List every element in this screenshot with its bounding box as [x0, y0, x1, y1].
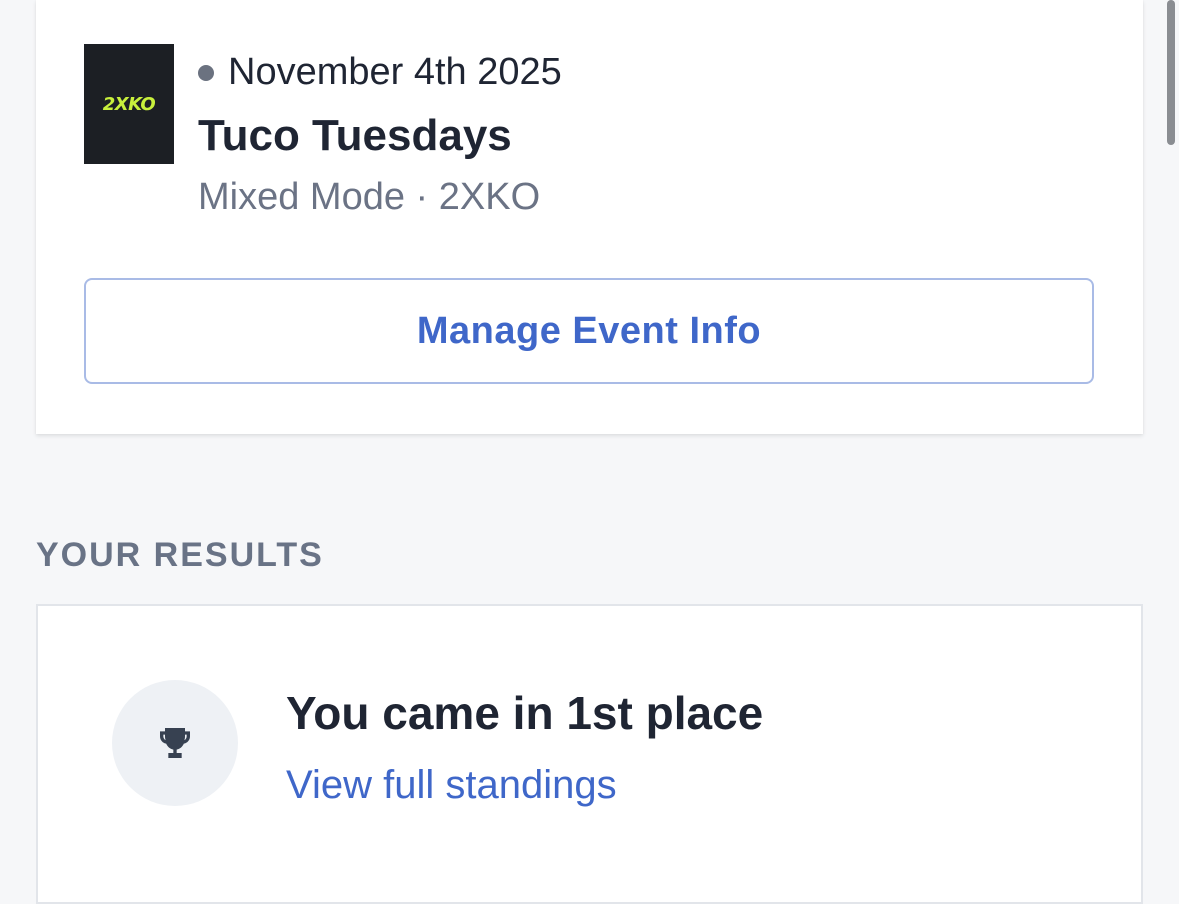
event-date-row: November 4th 2025 [198, 50, 562, 94]
manage-event-info-button[interactable]: Manage Event Info [84, 278, 1094, 384]
trophy-icon [160, 728, 190, 758]
game-logo: 2XKO [84, 44, 174, 164]
scrollbar[interactable] [1167, 0, 1175, 145]
event-subtitle: Mixed Mode · 2XKO [198, 176, 541, 218]
event-date: November 4th 2025 [228, 50, 562, 93]
view-full-standings-link[interactable]: View full standings [286, 761, 617, 809]
game-logo-text: 2XKO [102, 93, 156, 115]
placement-text: You came in 1st place [286, 687, 764, 739]
your-results-heading: YOUR RESULTS [36, 536, 324, 574]
status-dot-icon [198, 65, 214, 81]
trophy-badge [112, 680, 238, 806]
event-card: 2XKO November 4th 2025 Tuco Tuesdays Mix… [36, 0, 1143, 434]
event-title: Tuco Tuesdays [198, 111, 512, 160]
results-card: You came in 1st place View full standing… [36, 604, 1143, 904]
